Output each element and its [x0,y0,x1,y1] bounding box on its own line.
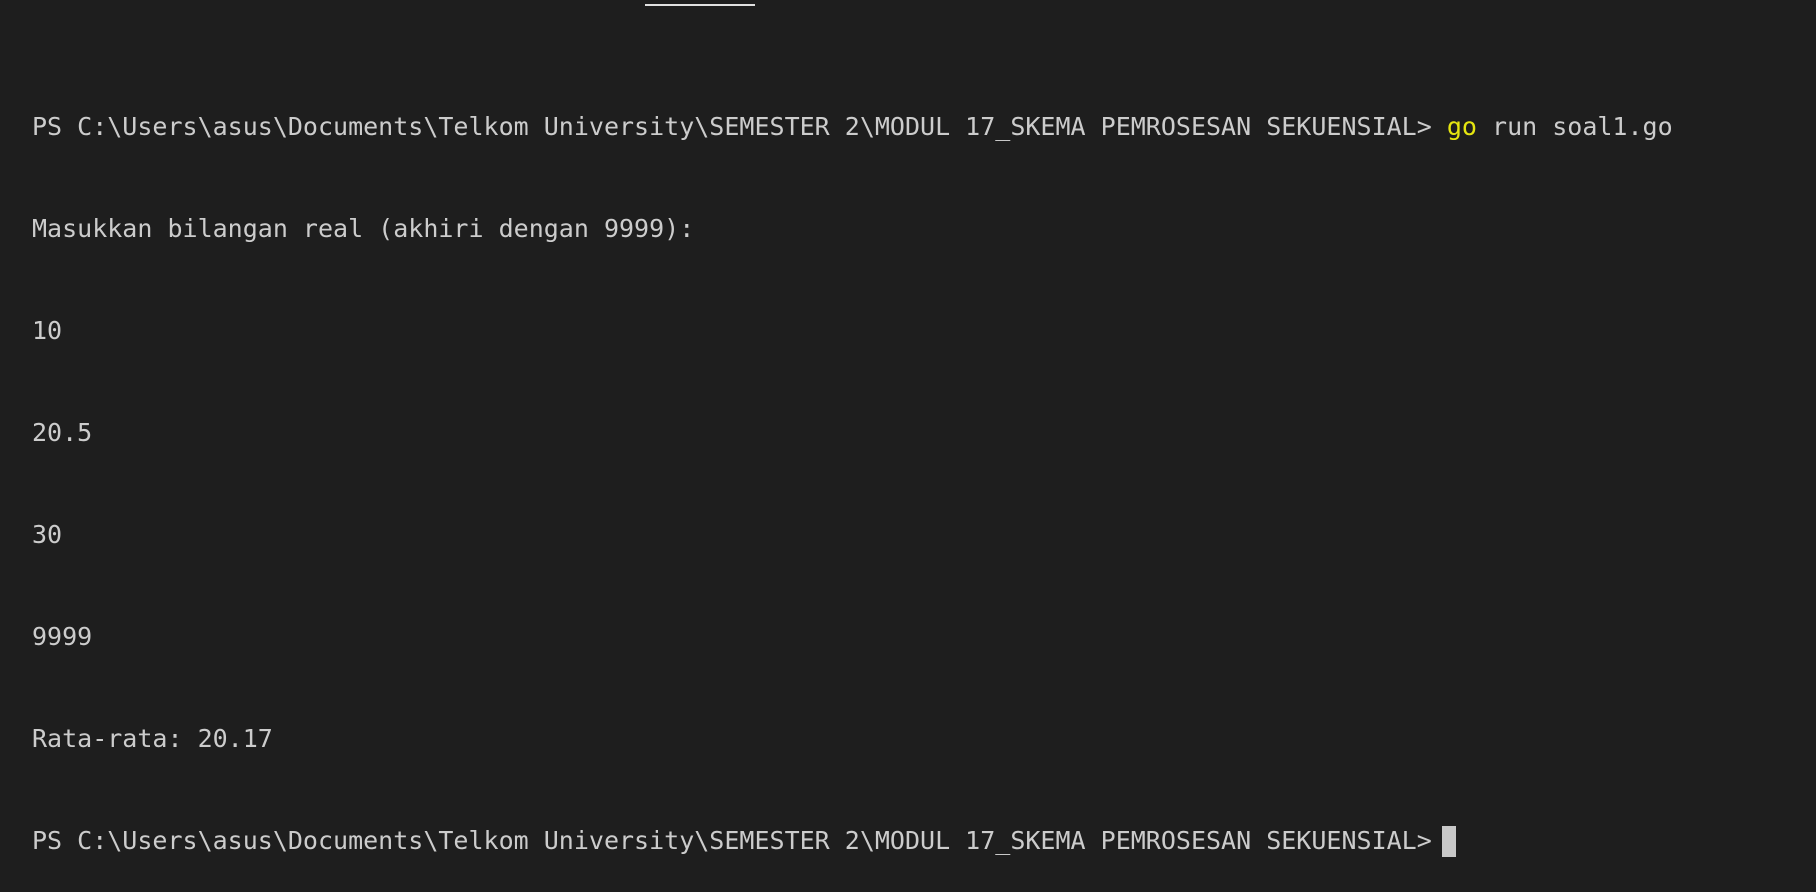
output-line: 20.5 [32,418,93,447]
command-line: PS C:\Users\asus\Documents\Telkom Univer… [32,110,1673,144]
active-tab-indicator [645,4,755,6]
output-line: 10 [32,316,63,345]
terminal-cursor [1441,825,1456,857]
output-line: Rata-rata: 20.17 [32,724,273,753]
output-line: 30 [32,520,63,549]
output-line: Masukkan bilangan real (akhiri dengan 99… [32,214,695,243]
terminal-output[interactable]: PS C:\Users\asus\Documents\Telkom Univer… [32,42,1673,892]
prompt-path: PS C:\Users\asus\Documents\Telkom Univer… [32,112,1432,141]
command-keyword: go [1446,112,1477,141]
prompt-path: PS C:\Users\asus\Documents\Telkom Univer… [32,826,1432,855]
current-prompt-line[interactable]: PS C:\Users\asus\Documents\Telkom Univer… [32,824,1673,858]
command-args: run soal1.go [1492,112,1673,141]
output-line: 9999 [32,622,93,651]
